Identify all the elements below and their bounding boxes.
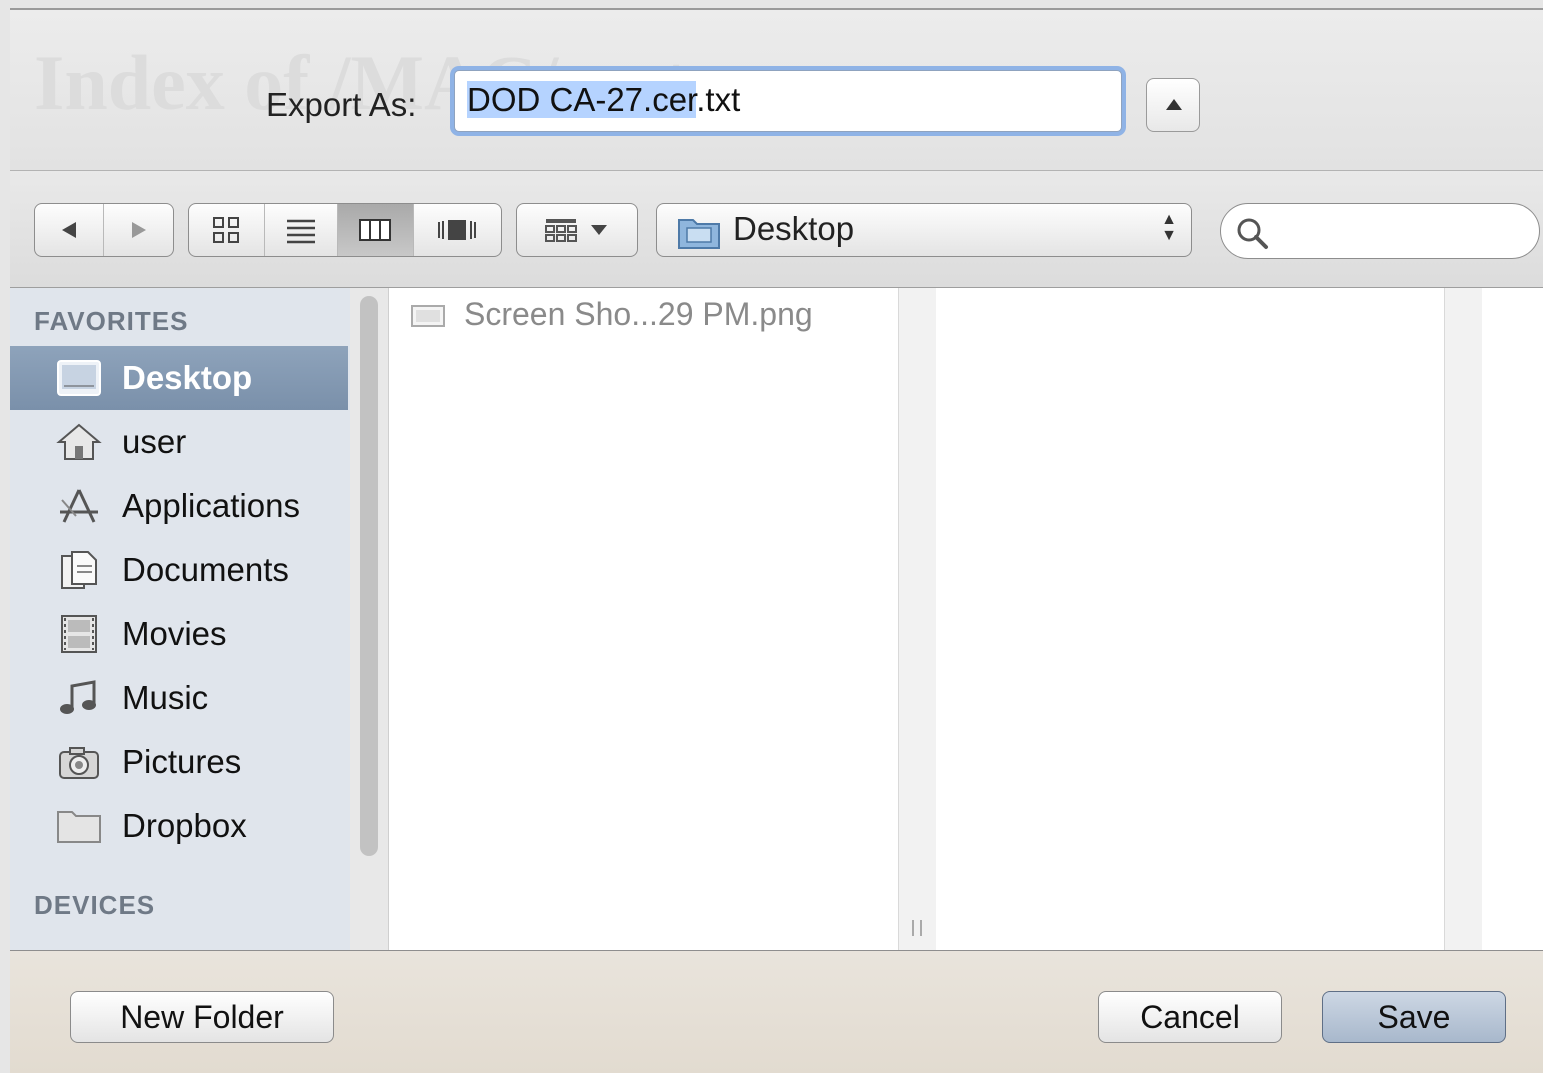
back-forward-control [34, 203, 174, 257]
sidebar-item-user[interactable]: user [10, 410, 348, 474]
movies-icon [61, 615, 97, 653]
sidebar-item-label: Documents [122, 551, 289, 588]
dialog-footer: New Folder Cancel Save [10, 950, 1543, 1073]
list-view-button[interactable] [265, 204, 339, 256]
sidebar-item-label: Applications [122, 487, 300, 524]
browser-column-3 [1482, 288, 1543, 950]
column-grip-icon[interactable] [912, 920, 922, 936]
sidebar: FAVORITES Desktop user Applications Docu… [10, 288, 350, 950]
sidebar-item-documents[interactable]: Documents [10, 538, 348, 602]
column-view-icon [359, 219, 392, 241]
arrange-button[interactable] [517, 204, 637, 256]
sidebar-item-desktop[interactable]: Desktop [10, 346, 348, 410]
triangle-right-icon [131, 222, 146, 238]
music-icon [60, 680, 96, 714]
applications-icon [60, 489, 98, 523]
arrange-control[interactable] [516, 203, 638, 257]
sidebar-item-music[interactable]: Music [10, 666, 348, 730]
browser-toolbar: Desktop ▲ ▼ [10, 171, 1543, 288]
image-file-icon [411, 305, 445, 327]
filename-extension-text: .txt [696, 81, 741, 118]
save-dialog: Index of /MAC/certs Export As: DOD CA-27… [10, 8, 1543, 1073]
column-view-button[interactable] [338, 204, 414, 256]
icon-view-button[interactable] [189, 204, 265, 256]
export-as-label: Export As: [266, 86, 417, 123]
cover-flow-icon [438, 220, 477, 240]
view-mode-control [188, 203, 502, 257]
export-filename-field[interactable]: DOD CA-27.cer.txt [454, 70, 1122, 132]
triangle-left-icon [62, 222, 76, 238]
cancel-button[interactable]: Cancel [1098, 991, 1282, 1043]
search-field[interactable] [1220, 203, 1540, 259]
sidebar-item-applications[interactable]: Applications [10, 474, 348, 538]
save-button[interactable]: Save [1322, 991, 1506, 1043]
browser-column-2 [936, 288, 1444, 950]
folder-icon [678, 219, 720, 249]
folder-icon [57, 811, 101, 843]
home-icon [56, 423, 102, 460]
sidebar-item-label: Movies [122, 615, 227, 652]
favorites-heading: FAVORITES [34, 306, 189, 336]
filename-selected-text: DOD CA-27.cer [467, 81, 697, 118]
arrange-grid-icon [545, 219, 577, 242]
sidebar-item-label: Desktop [122, 359, 253, 396]
expand-collapse-button[interactable] [1146, 78, 1200, 132]
column-resize-handle[interactable] [898, 288, 938, 950]
search-icon [1237, 218, 1268, 249]
cover-flow-view-button[interactable] [414, 204, 501, 256]
sidebar-item-label: Music [122, 679, 209, 716]
sidebar-item-label: Pictures [122, 743, 242, 780]
chevron-down-icon [591, 225, 607, 235]
file-name: Screen Sho...29 PM.png [464, 296, 813, 332]
column-resize-handle[interactable] [1444, 288, 1484, 950]
icon-view-icon [213, 217, 240, 243]
browser-column-1 [388, 288, 899, 950]
new-folder-button[interactable]: New Folder [70, 991, 334, 1043]
location-popup[interactable]: Desktop ▲ ▼ [656, 203, 1192, 257]
sidebar-item-label: Dropbox [122, 807, 247, 844]
documents-icon [61, 551, 97, 589]
location-label: Desktop [733, 210, 855, 247]
desktop-icon [57, 360, 101, 396]
list-view-icon [286, 219, 315, 244]
forward-button[interactable] [104, 204, 173, 256]
up-down-arrows-icon: ▲ ▼ [1161, 211, 1177, 244]
dialog-header: Index of /MAC/certs Export As: DOD CA-27… [10, 10, 1543, 171]
back-button[interactable] [35, 204, 104, 256]
pictures-icon [59, 747, 99, 779]
sidebar-item-label: user [122, 423, 187, 460]
devices-heading: DEVICES [34, 890, 156, 920]
sidebar-item-pictures[interactable]: Pictures [10, 730, 348, 794]
sidebar-scrollbar[interactable] [360, 296, 378, 856]
sidebar-item-movies[interactable]: Movies [10, 602, 348, 666]
sidebar-item-dropbox[interactable]: Dropbox [10, 794, 348, 858]
